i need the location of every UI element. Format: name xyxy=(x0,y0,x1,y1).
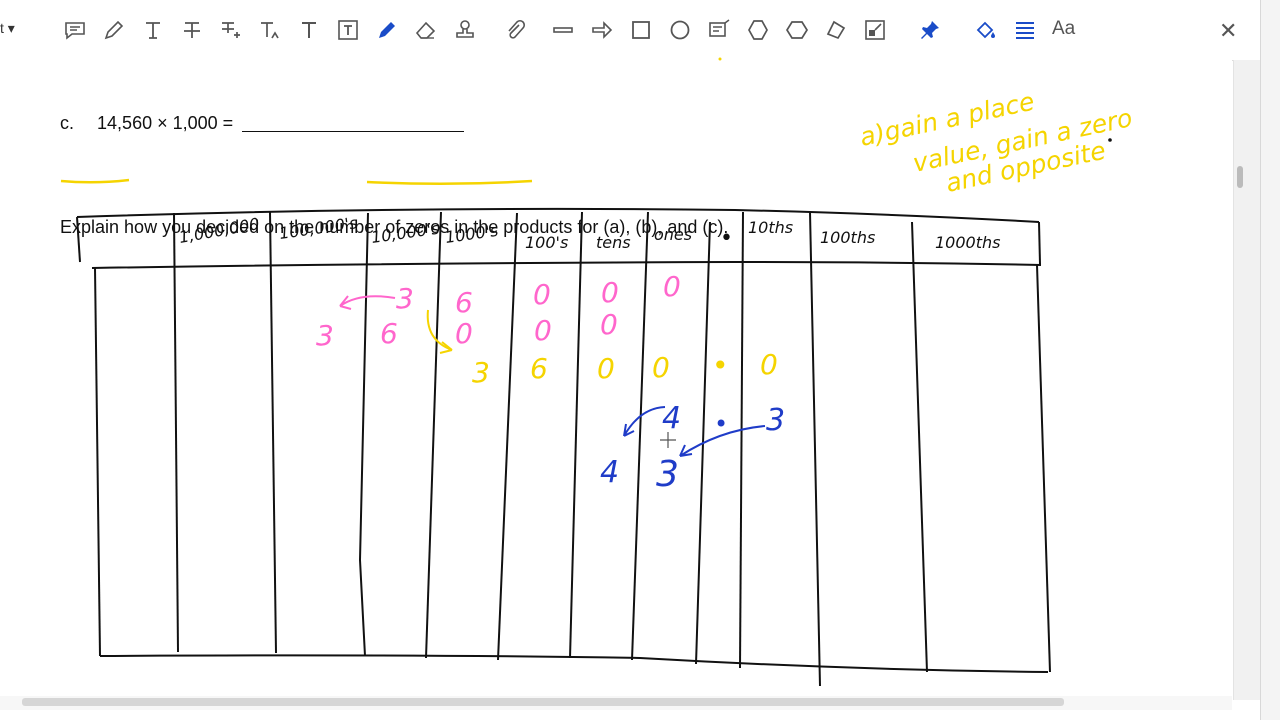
ink-annotation-layer: a)gain a place value, gain a zero and op… xyxy=(60,57,1135,687)
black-dot xyxy=(1108,138,1112,142)
chart-right-border xyxy=(1036,264,1051,673)
highlight-underline-explain xyxy=(60,178,130,184)
pink-row1-0c: 0 xyxy=(663,270,681,303)
pink-row1-0a: 0 xyxy=(533,278,551,311)
highlight-underline-zeros xyxy=(366,179,533,186)
yellow-row: 3 6 0 0 • 0 xyxy=(472,348,778,389)
vertical-scrollbar[interactable] xyxy=(1233,60,1261,700)
chart-left-border xyxy=(94,267,101,657)
pink-row2-0c: 0 xyxy=(600,308,618,341)
header-hundred-thousands: 100,000's xyxy=(278,213,359,243)
horizontal-scroll-thumb[interactable] xyxy=(22,698,1064,706)
header-hundredths: 100ths xyxy=(820,228,875,247)
header-hundreds: 100's xyxy=(525,233,568,252)
pink-row2-3: 3 xyxy=(316,319,334,352)
blue-arrows xyxy=(623,406,766,457)
yellow-arrow xyxy=(426,309,453,354)
yellow-note: a)gain a place value, gain a zero and op… xyxy=(857,87,1135,198)
header-thousandths: 1000ths xyxy=(935,233,1000,252)
header-tens: tens xyxy=(596,233,631,252)
yellow-6: 6 xyxy=(530,352,548,385)
header-thousands: 1000's xyxy=(444,221,500,247)
chart-bottom-border xyxy=(99,654,1049,673)
pink-row1-6: 6 xyxy=(455,286,473,319)
header-decimal-point: • xyxy=(720,226,733,251)
yellow-0b: 0 xyxy=(652,351,670,384)
pink-writing: 3 6 0 0 0 3 6 0 0 0 xyxy=(316,270,681,352)
yellow-0a: 0 xyxy=(597,352,615,385)
chart-top-left-edge xyxy=(76,216,81,263)
place-value-chart xyxy=(76,207,1051,687)
yellow-0c: 0 xyxy=(760,348,778,381)
side-panel-edge xyxy=(1260,0,1280,720)
pink-arrow-left xyxy=(339,295,396,310)
yellow-dot xyxy=(718,57,722,61)
pink-row2-6: 6 xyxy=(380,317,398,350)
header-tenths: 10ths xyxy=(748,218,793,237)
pink-row2-0a: 0 xyxy=(455,317,473,350)
yellow-decimal: • xyxy=(712,349,729,382)
header-ones: ones xyxy=(654,225,692,244)
chart-top-right-edge xyxy=(1038,221,1041,265)
yellow-3: 3 xyxy=(472,356,490,389)
blue-top-3: 3 xyxy=(766,403,785,438)
vertical-scroll-thumb[interactable] xyxy=(1237,166,1243,188)
chart-header-line xyxy=(91,260,1042,269)
chart-column-headers: 1,000,000 100,000's 10,000's 1000's 100'… xyxy=(177,213,1000,252)
blue-bottom-3: 3 xyxy=(656,454,679,495)
header-millions: 1,000,000 xyxy=(177,214,260,247)
pink-row2-0b: 0 xyxy=(534,314,552,347)
pink-row1-3: 3 xyxy=(396,282,414,315)
blue-bottom-4: 4 xyxy=(600,455,619,490)
header-ten-thousands: 10,000's xyxy=(370,219,441,247)
pink-row1-0b: 0 xyxy=(601,276,619,309)
